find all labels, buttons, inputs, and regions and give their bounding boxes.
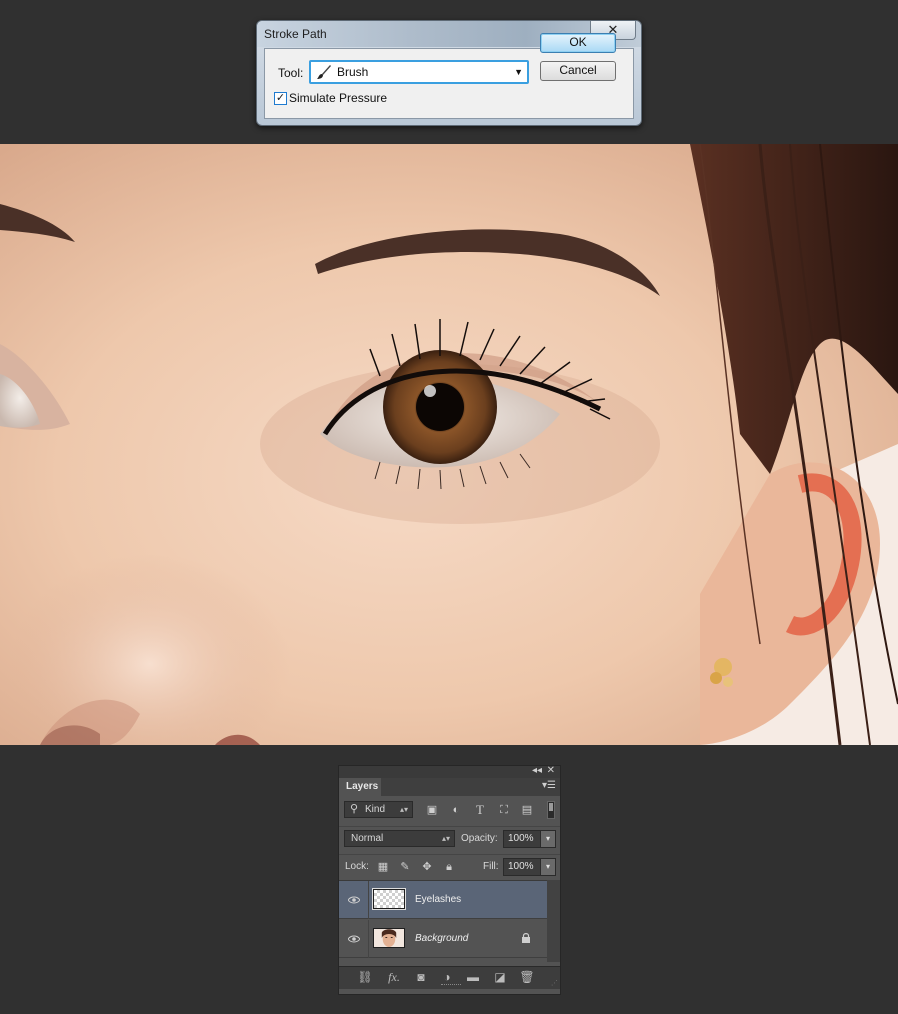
filter-kind-select[interactable]: ⚲ Kind ▴▾ xyxy=(344,801,413,818)
lock-row: Lock: ▦ ✎ ✥ 🔒︎ Fill: 100% ▾ xyxy=(339,854,560,879)
image-filter-icon[interactable]: ▣ xyxy=(425,803,439,817)
delete-layer-icon[interactable]: 🗑︎ xyxy=(519,970,535,984)
cancel-button[interactable]: Cancel xyxy=(540,61,616,81)
fill-field[interactable]: 100% xyxy=(503,858,541,876)
corner-grip-icon[interactable]: ⋰ xyxy=(551,979,558,987)
lock-image-pixels-icon[interactable]: ✎ xyxy=(398,860,412,874)
link-layers-icon[interactable]: ⛓ xyxy=(357,970,373,984)
tool-select[interactable]: Brush ▼ xyxy=(309,60,529,84)
layers-panel: ◂◂ ✕ Layers ▾☰ ⚲ Kind ▴▾ ▣ ◐ T ⛶ ▤ Norma… xyxy=(338,765,561,995)
panel-footer: ⛓ fx. ◙ ◑ ▬ ◪ 🗑︎ ⋰ xyxy=(339,966,560,989)
panel-menu-icon[interactable]: ▾☰ xyxy=(542,780,556,791)
layer-name[interactable]: Background xyxy=(415,933,468,944)
opacity-label: Opacity: xyxy=(461,833,498,844)
chevron-down-icon: ▼ xyxy=(514,67,523,77)
lock-label: Lock: xyxy=(345,861,369,872)
collapse-icon[interactable]: ◂◂ xyxy=(532,765,542,776)
add-mask-icon[interactable]: ◙ xyxy=(413,970,429,984)
updown-icon: ▴▾ xyxy=(399,805,408,814)
layer-thumbnail xyxy=(372,888,406,910)
portrait-photo xyxy=(0,144,898,745)
resize-grip[interactable] xyxy=(441,984,461,988)
adjustment-layer-icon[interactable]: ◑ xyxy=(439,970,455,984)
document-canvas[interactable] xyxy=(0,144,898,745)
eye-icon xyxy=(348,935,360,943)
lock-position-icon[interactable]: ✥ xyxy=(420,860,434,874)
dialog-body: Tool: Brush ▼ ✓ Simulate Pressure xyxy=(264,48,634,119)
fill-label: Fill: xyxy=(483,861,499,872)
blend-mode-select[interactable]: Normal ▴▾ xyxy=(344,830,455,847)
new-group-icon[interactable]: ▬ xyxy=(465,970,481,984)
search-icon: ⚲ xyxy=(350,803,359,815)
simulate-pressure-label[interactable]: Simulate Pressure xyxy=(289,91,387,105)
fill-dropdown-button[interactable]: ▾ xyxy=(540,858,556,876)
lock-all-icon[interactable]: 🔒︎ xyxy=(442,860,456,874)
panel-topbar[interactable]: ◂◂ ✕ xyxy=(339,765,560,778)
blend-mode-value: Normal xyxy=(351,833,384,844)
lock-transparent-pixels-icon[interactable]: ▦ xyxy=(376,860,390,874)
lock-icon xyxy=(522,933,530,943)
layers-scrollbar[interactable] xyxy=(547,880,560,962)
close-icon[interactable]: ✕ xyxy=(547,765,555,776)
updown-icon: ▴▾ xyxy=(441,834,450,843)
layers-list: Eyelashes Background xyxy=(339,880,547,963)
tool-select-value: Brush xyxy=(337,65,369,79)
filter-kind-value: Kind xyxy=(365,804,386,815)
filter-toggle[interactable] xyxy=(547,801,555,819)
workspace: Stroke Path ✕ Tool: Brush ▼ ✓ Simulate P… xyxy=(0,0,898,1014)
tab-layers[interactable]: Layers xyxy=(339,778,381,796)
tool-label: Tool: xyxy=(278,66,304,80)
ok-button[interactable]: OK xyxy=(540,33,616,53)
type-filter-icon[interactable]: T xyxy=(473,803,487,817)
opacity-dropdown-button[interactable]: ▾ xyxy=(540,830,556,848)
brush-icon xyxy=(317,65,331,79)
layer-row-eyelashes[interactable]: Eyelashes xyxy=(339,881,547,919)
stroke-path-dialog: Stroke Path ✕ Tool: Brush ▼ ✓ Simulate P… xyxy=(256,20,642,126)
fx-icon[interactable]: fx. xyxy=(386,970,402,984)
new-layer-icon[interactable]: ◪ xyxy=(492,970,508,984)
opacity-field[interactable]: 100% xyxy=(503,830,541,848)
visibility-toggle[interactable] xyxy=(339,920,369,958)
simulate-pressure-checkbox[interactable]: ✓ xyxy=(274,92,287,105)
layer-row-background[interactable]: Background xyxy=(339,920,547,958)
filter-row: ⚲ Kind ▴▾ ▣ ◐ T ⛶ ▤ xyxy=(339,798,560,822)
eye-icon xyxy=(348,896,360,904)
smart-object-filter-icon[interactable]: ▤ xyxy=(520,803,534,817)
dialog-title: Stroke Path xyxy=(264,27,327,41)
visibility-toggle[interactable] xyxy=(339,881,369,919)
layer-thumbnail xyxy=(373,928,405,948)
layer-name[interactable]: Eyelashes xyxy=(415,894,461,905)
adjustment-filter-icon[interactable]: ◐ xyxy=(449,803,463,817)
blend-row: Normal ▴▾ Opacity: 100% ▾ xyxy=(339,826,560,851)
shape-filter-icon[interactable]: ⛶ xyxy=(497,803,511,817)
panel-tab-row: Layers ▾☰ xyxy=(339,778,560,796)
